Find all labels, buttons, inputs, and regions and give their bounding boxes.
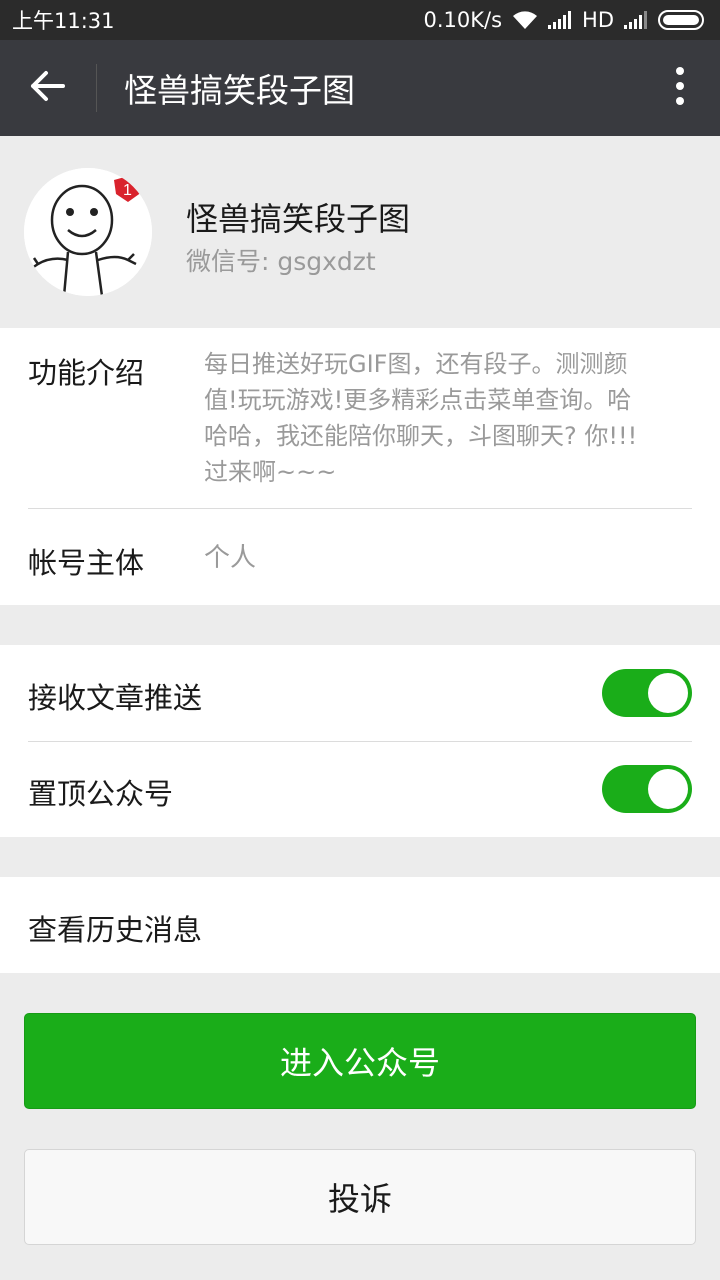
avatar[interactable]: 1 bbox=[24, 168, 152, 296]
info-section: 功能介绍 每日推送好玩GIF图，还有段子。测测颜 值!玩玩游戏!更多精彩点击菜单… bbox=[0, 328, 720, 605]
wifi-icon bbox=[512, 10, 538, 30]
profile-name: 怪兽搞笑段子图 bbox=[186, 200, 411, 238]
back-button[interactable] bbox=[0, 40, 96, 136]
app-bar-divider bbox=[96, 64, 97, 112]
signal-icon bbox=[624, 11, 648, 29]
back-arrow-icon bbox=[30, 70, 66, 106]
more-vertical-icon bbox=[675, 66, 685, 110]
receive-push-label: 接收文章推送 bbox=[28, 681, 203, 715]
signal-icon bbox=[548, 11, 572, 29]
owner-label: 帐号主体 bbox=[28, 546, 145, 580]
toggle-knob bbox=[648, 769, 688, 809]
enter-account-button[interactable]: 进入公众号 bbox=[24, 1013, 696, 1109]
net-speed: 0.10K/s bbox=[423, 8, 503, 32]
intro-line: 值!玩玩游戏!更多精彩点击菜单查询。哈 bbox=[204, 386, 632, 414]
owner-value: 个人 bbox=[204, 543, 257, 573]
page-title: 怪兽搞笑段子图 bbox=[124, 71, 355, 110]
more-button[interactable] bbox=[640, 40, 720, 136]
divider bbox=[28, 508, 692, 509]
status-time: 上午11:31 bbox=[12, 9, 115, 33]
receive-push-toggle[interactable] bbox=[602, 669, 692, 717]
intro-line: 每日推送好玩GIF图，还有段子。测测颜 bbox=[204, 350, 628, 378]
intro-line: 过来啊~~~ bbox=[204, 458, 337, 486]
app-bar: 怪兽搞笑段子图 bbox=[0, 40, 720, 136]
pin-account-label: 置顶公众号 bbox=[28, 777, 174, 811]
intro-line: 哈哈，我还能陪你聊天，斗图聊天? 你!!! bbox=[204, 422, 638, 450]
network-type: HD bbox=[582, 8, 614, 32]
wechat-id: 微信号: gsgxdzt bbox=[186, 247, 376, 276]
status-bar: 上午11:31 0.10K/s HD bbox=[0, 0, 720, 40]
svg-text:1: 1 bbox=[123, 182, 132, 199]
report-button[interactable]: 投诉 bbox=[24, 1149, 696, 1245]
status-indicators: 0.10K/s HD bbox=[423, 8, 706, 32]
profile-header: 1 怪兽搞笑段子图 微信号: gsgxdzt bbox=[0, 136, 720, 328]
intro-label: 功能介绍 bbox=[28, 356, 145, 390]
toggle-knob bbox=[648, 673, 688, 713]
settings-section: 接收文章推送 置顶公众号 bbox=[0, 645, 720, 837]
battery-icon bbox=[658, 10, 706, 30]
pin-account-toggle[interactable] bbox=[602, 765, 692, 813]
history-row[interactable]: 查看历史消息 bbox=[0, 877, 720, 973]
history-label: 查看历史消息 bbox=[28, 913, 203, 947]
intro-text: 每日推送好玩GIF图，还有段子。测测颜 值!玩玩游戏!更多精彩点击菜单查询。哈 … bbox=[204, 346, 637, 490]
divider bbox=[28, 741, 692, 742]
